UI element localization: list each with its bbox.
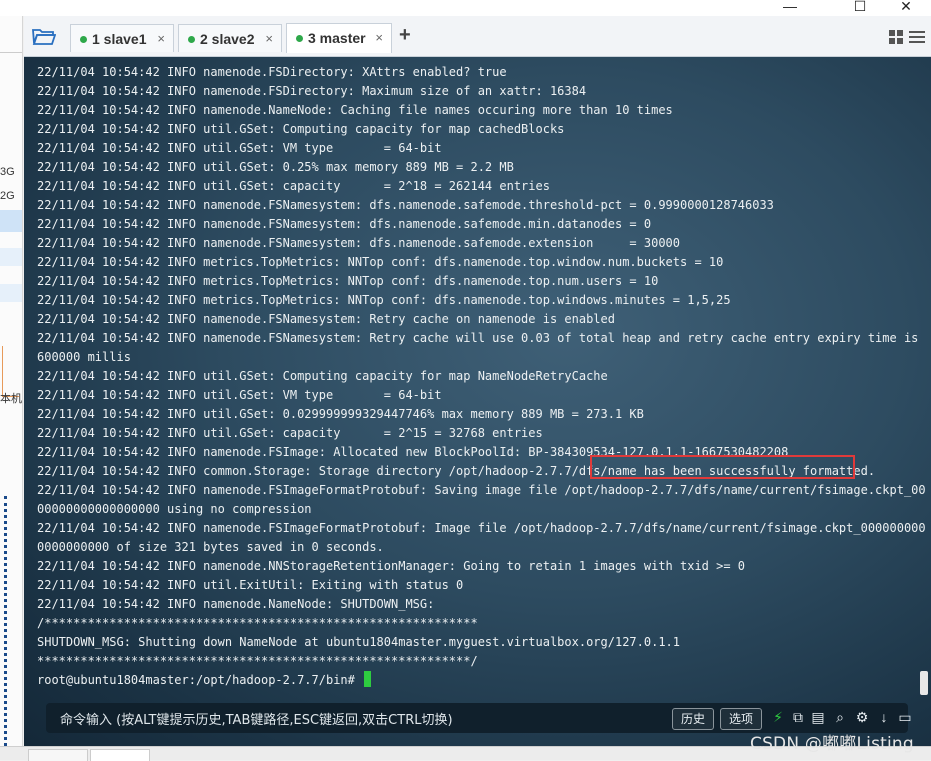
terminal-prompt: root@ubuntu1804master:/opt/hadoop-2.7.7/…	[37, 673, 363, 687]
layout-menu-icon[interactable]	[889, 29, 929, 45]
terminal-line: 22/11/04 10:54:42 INFO util.ExitUtil: Ex…	[37, 578, 464, 592]
terminal-line: 22/11/04 10:54:42 INFO util.GSet: VM typ…	[37, 141, 442, 155]
terminal-line: 22/11/04 10:54:42 INFO namenode.FSDirect…	[37, 84, 587, 98]
terminal-line: 22/11/04 10:54:42 INFO util.GSet: VM typ…	[37, 388, 442, 402]
options-button[interactable]: 选项	[720, 708, 762, 730]
tab-close-icon[interactable]: ×	[265, 25, 273, 53]
terminal-prompt-line[interactable]: root@ubuntu1804master:/opt/hadoop-2.7.7/…	[37, 671, 912, 690]
terminal-line: 22/11/04 10:54:42 INFO util.GSet: capaci…	[37, 179, 550, 193]
close-window-button[interactable]: ✕	[886, 0, 926, 16]
terminal-line: 22/11/04 10:54:42 INFO namenode.FSNamesy…	[37, 236, 680, 250]
terminal-line: 22/11/04 10:54:42 INFO namenode.NNStorag…	[37, 559, 746, 573]
terminal-line: 22/11/04 10:54:42 INFO namenode.NameNode…	[37, 103, 673, 117]
history-button[interactable]: 历史	[672, 708, 714, 730]
terminal-panel[interactable]: 22/11/04 10:54:42 INFO namenode.FSDirect…	[24, 57, 931, 746]
terminal-line: 00000000000000000 using no compression	[37, 502, 312, 516]
status-dot-icon	[80, 36, 87, 43]
search-icon[interactable]: ⌕	[832, 709, 848, 725]
terminal-line: 22/11/04 10:54:42 INFO util.GSet: 0.0299…	[37, 407, 644, 421]
terminal-line: 22/11/04 10:54:42 INFO metrics.TopMetric…	[37, 274, 659, 288]
copy-icon[interactable]: ⧉	[790, 709, 806, 725]
terminal-line: 22/11/04 10:54:42 INFO namenode.FSDirect…	[37, 65, 507, 79]
terminal-line: 22/11/04 10:54:42 INFO util.GSet: 0.25% …	[37, 160, 514, 174]
annotation-highlight-box	[590, 455, 855, 479]
tab-close-icon[interactable]: ×	[157, 25, 165, 53]
terminal-line: 22/11/04 10:54:42 INFO namenode.FSImageF…	[37, 521, 926, 535]
terminal-line: 22/11/04 10:54:42 INFO namenode.FSNamesy…	[37, 312, 615, 326]
terminal-line: 22/11/04 10:54:42 INFO metrics.TopMetric…	[37, 255, 724, 269]
left-panel-fragment: 3G 2G 本机	[0, 16, 23, 759]
tab-slave1[interactable]: 1 slave1 ×	[70, 24, 174, 52]
terminal-cursor	[364, 671, 372, 687]
terminal-line: /***************************************…	[37, 616, 478, 630]
minimize-button[interactable]: —	[770, 0, 810, 16]
tab-label: 3 master	[308, 30, 366, 46]
left-row[interactable]	[0, 284, 22, 302]
terminal-line: 600000 millis	[37, 350, 131, 364]
left-list-fragment	[4, 496, 11, 746]
bottom-tab[interactable]	[90, 749, 150, 761]
gear-icon[interactable]: ⚙	[854, 709, 870, 725]
terminal-line: 22/11/04 10:54:42 INFO metrics.TopMetric…	[37, 293, 731, 307]
left-fragment-text: 3G	[0, 166, 15, 178]
terminal-line: SHUTDOWN_MSG: Shutting down NameNode at …	[37, 635, 680, 649]
tab-master[interactable]: 3 master ×	[286, 23, 392, 53]
terminal-line: 22/11/04 10:54:42 INFO util.GSet: capaci…	[37, 426, 543, 440]
window-icon[interactable]: ▭	[897, 709, 913, 725]
window-title-bar: — ☐ ✕	[0, 0, 931, 16]
new-tab-button[interactable]: +	[399, 24, 411, 47]
maximize-button[interactable]: ☐	[840, 0, 880, 16]
terminal-line: 22/11/04 10:54:42 INFO namenode.FSNamesy…	[37, 198, 774, 212]
terminal-line: 22/11/04 10:54:42 INFO util.GSet: Comput…	[37, 122, 565, 136]
terminal-line: 22/11/04 10:54:42 INFO namenode.NameNode…	[37, 597, 435, 611]
status-dot-icon	[188, 36, 195, 43]
terminal-line: ****************************************…	[37, 654, 478, 668]
tab-close-icon[interactable]: ×	[375, 24, 383, 52]
terminal-line: 22/11/04 10:54:42 INFO namenode.FSImageF…	[37, 483, 926, 497]
terminal-line: 0000000000 of size 321 bytes saved in 0 …	[37, 540, 384, 554]
tab-label: 1 slave1	[92, 31, 147, 47]
bottom-tab[interactable]	[28, 749, 88, 761]
download-icon[interactable]: ↓	[876, 709, 892, 725]
tab-slave2[interactable]: 2 slave2 ×	[178, 24, 282, 52]
left-fragment-text: 2G	[0, 190, 15, 202]
command-input-placeholder[interactable]: 命令输入 (按ALT键提示历史,TAB键路径,ESC键返回,双击CTRL切换)	[60, 709, 453, 728]
lightning-icon[interactable]: ⚡	[770, 709, 786, 725]
terminal-line: 22/11/04 10:54:42 INFO namenode.FSNamesy…	[37, 217, 652, 231]
left-selected-row[interactable]	[0, 210, 22, 232]
status-dot-icon	[296, 35, 303, 42]
left-fragment-text: 本机	[0, 393, 22, 405]
tab-label: 2 slave2	[200, 31, 255, 47]
terminal-line: 22/11/04 10:54:42 INFO namenode.FSNamesy…	[37, 331, 919, 345]
left-row[interactable]	[0, 248, 22, 266]
divider	[0, 52, 22, 53]
folder-open-icon[interactable]	[32, 26, 56, 46]
terminal-output: 22/11/04 10:54:42 INFO namenode.FSDirect…	[37, 63, 926, 690]
csdn-watermark: CSDN @嘟嘟Listing	[750, 734, 914, 754]
terminal-scrollbar[interactable]	[920, 671, 928, 695]
session-tab-bar: 1 slave1 × 2 slave2 × 3 master × +	[24, 16, 931, 57]
terminal-line: 22/11/04 10:54:42 INFO util.GSet: Comput…	[37, 369, 608, 383]
paste-icon[interactable]: ▤	[810, 709, 826, 725]
